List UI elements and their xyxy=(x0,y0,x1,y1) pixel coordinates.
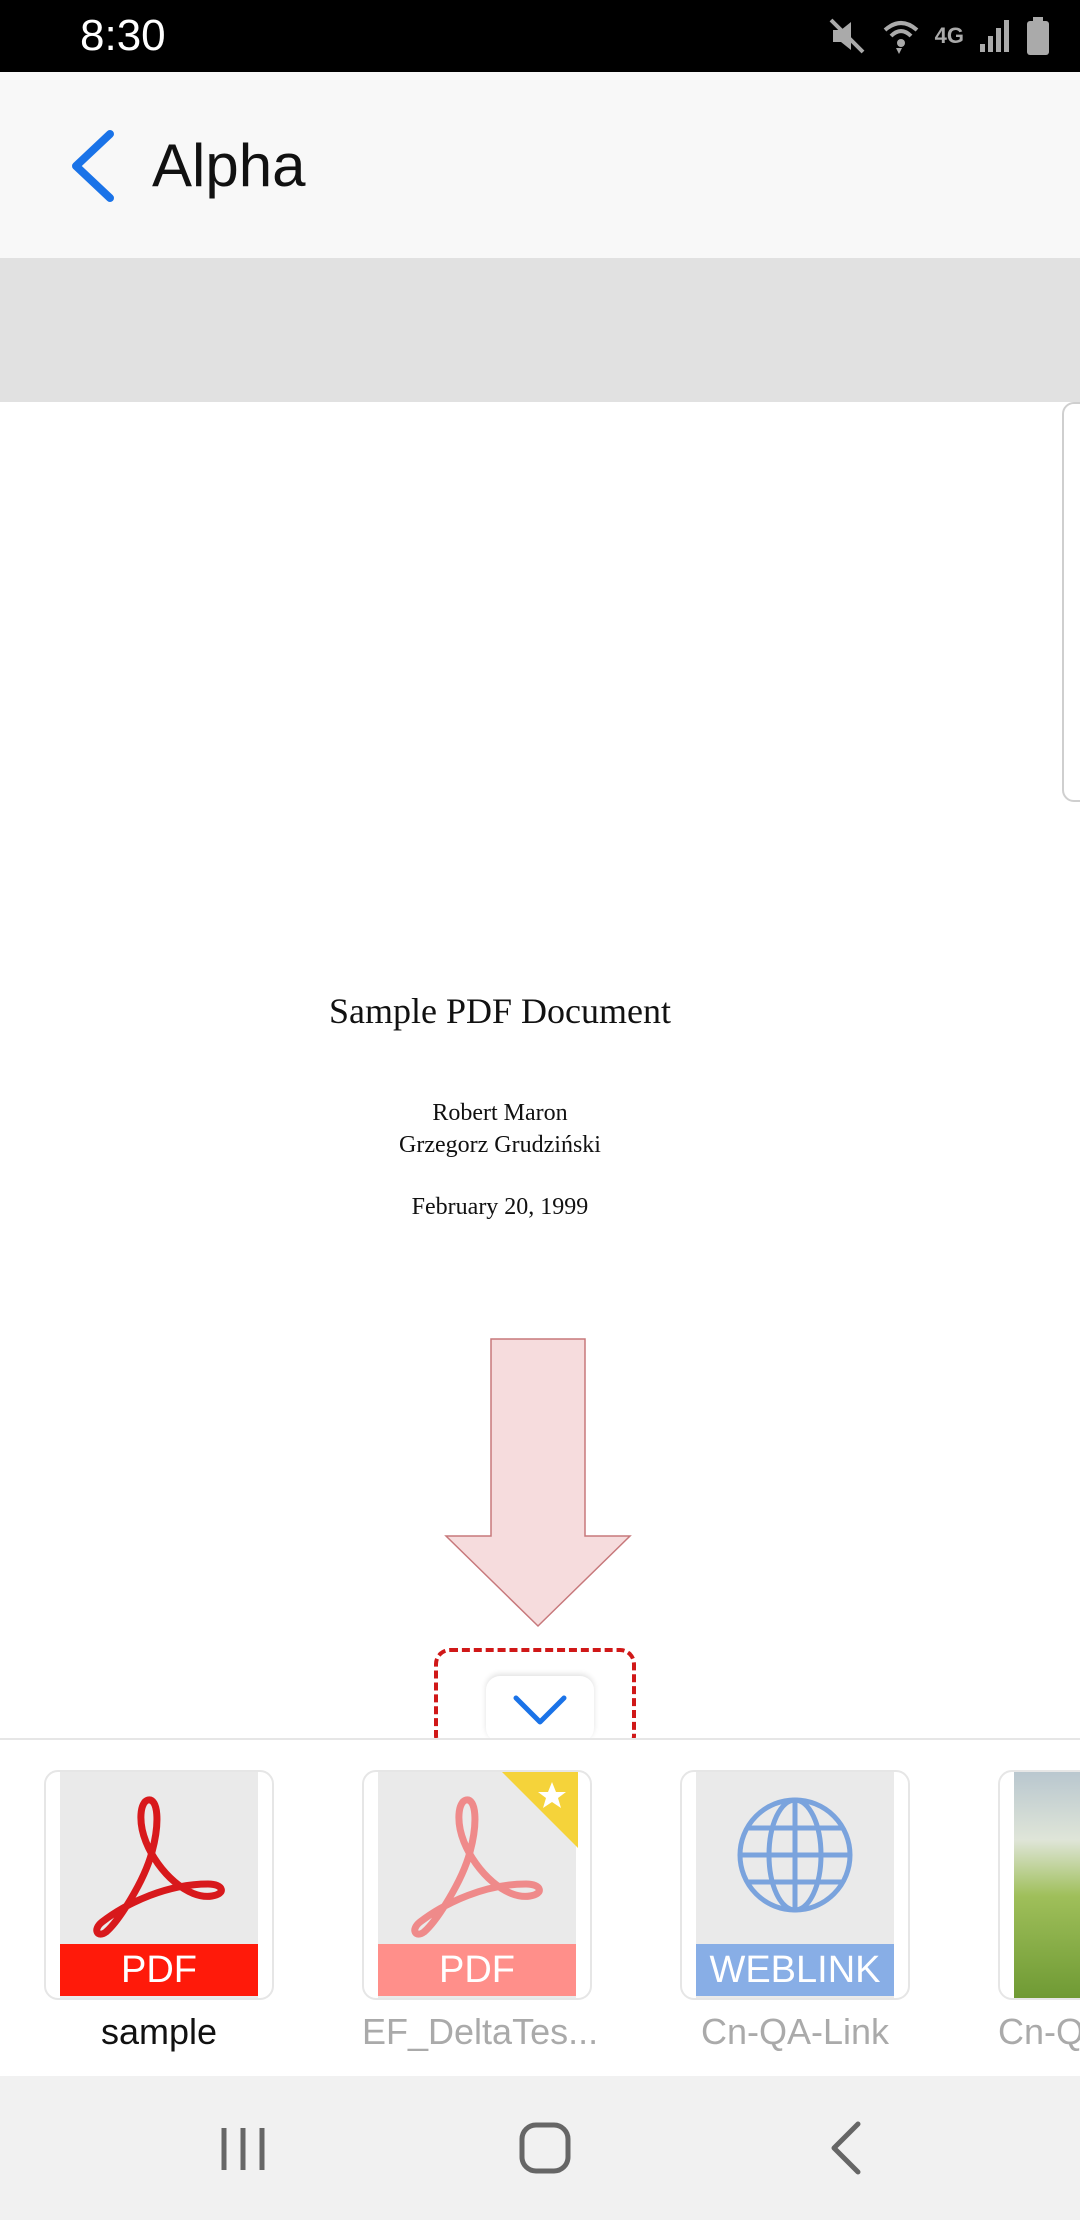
recents-button[interactable] xyxy=(198,2108,288,2188)
globe-icon xyxy=(737,1797,853,1913)
file-type-badge: WEBLINK xyxy=(696,1944,894,1996)
mute-icon xyxy=(829,18,865,54)
status-bar: 8:30 4G xyxy=(0,0,1080,72)
home-button[interactable] xyxy=(500,2108,590,2188)
favorite-star-icon xyxy=(502,1772,578,1848)
file-type-badge: PDF xyxy=(378,1944,576,1996)
signal-icon xyxy=(980,20,1009,52)
scroll-handle[interactable] xyxy=(1062,402,1080,802)
back-button[interactable] xyxy=(62,126,132,206)
file-thumbnail: PDF xyxy=(362,1770,592,2000)
battery-icon xyxy=(1027,17,1049,55)
chevron-left-icon xyxy=(72,130,114,202)
file-type-badge: PDF xyxy=(60,1944,258,1996)
file-thumbnail: WEBLINK xyxy=(680,1770,910,2000)
file-label: Cn-Q xyxy=(998,2011,1080,2052)
hint-highlight-box xyxy=(434,1648,636,1752)
app-bar: Alpha xyxy=(0,72,1080,259)
recents-icon xyxy=(221,2128,265,2170)
file-label: sample xyxy=(100,2011,218,2052)
file-label: EF_DeltaTes... xyxy=(362,2011,599,2052)
document-title: Sample PDF Document xyxy=(329,991,671,1031)
acrobat-icon xyxy=(93,1796,225,1938)
document-author: Grzegorz Grudziński xyxy=(399,1132,601,1158)
file-thumbnail xyxy=(998,1770,1080,2000)
file-tray: PDF sample PDF EF_DeltaTes... WEBLINK Cn… xyxy=(0,1738,1080,2078)
file-thumbnail: PDF xyxy=(44,1770,274,2000)
hint-down-arrow xyxy=(444,1338,632,1628)
document-header-band xyxy=(0,258,1080,402)
back-nav-button[interactable] xyxy=(802,2108,892,2188)
status-time: 8:30 xyxy=(80,11,166,60)
back-icon xyxy=(831,2121,861,2175)
network-type-label: 4G xyxy=(934,23,964,48)
home-icon xyxy=(519,2122,571,2174)
document-author: Robert Maron xyxy=(432,1100,568,1126)
status-icons: 4G xyxy=(827,12,1050,60)
wifi-icon xyxy=(883,21,918,54)
landscape-image xyxy=(1014,1772,1080,1998)
system-nav-bar xyxy=(0,2076,1080,2220)
page-title: Alpha xyxy=(152,132,306,199)
document-date: February 20, 1999 xyxy=(411,1194,589,1220)
file-label: Cn-QA-Link xyxy=(700,2011,890,2052)
